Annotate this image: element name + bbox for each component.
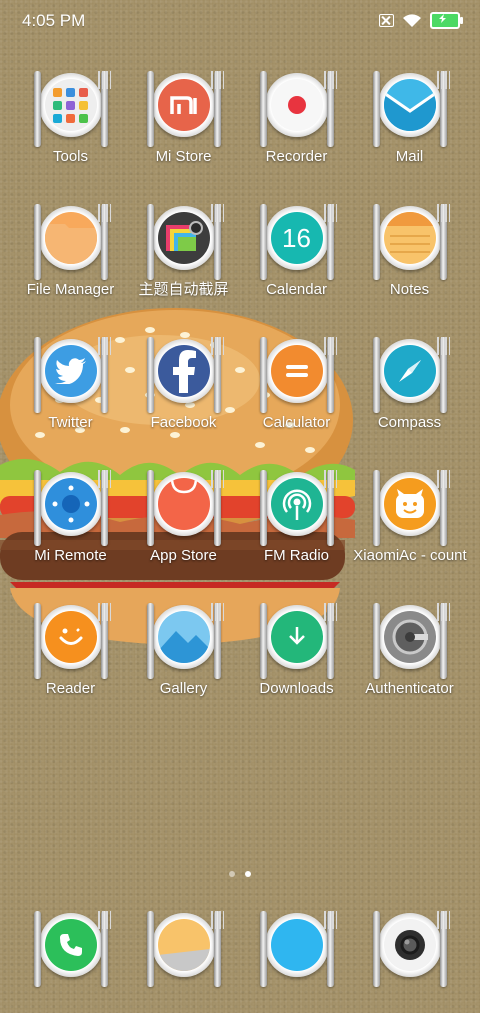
authenticator-icon — [372, 603, 450, 679]
wifi-icon — [403, 14, 421, 27]
app-gallery[interactable]: Gallery — [127, 597, 240, 727]
tools-folder-icon — [33, 71, 111, 147]
battery-charging-icon — [430, 12, 463, 29]
app-label: Twitter — [48, 414, 93, 431]
app-mail[interactable]: Mail — [353, 65, 466, 195]
phone-icon — [33, 911, 111, 987]
app-app-store[interactable]: App Store — [127, 464, 240, 594]
radio-icon — [259, 470, 337, 546]
app-label: Mail — [395, 148, 424, 165]
browser-icon — [259, 911, 337, 987]
app-facebook[interactable]: Facebook — [127, 331, 240, 461]
app-authenticator[interactable]: Authenticator — [353, 597, 466, 727]
camera-icon — [372, 911, 450, 987]
app-label: Mi Remote — [34, 547, 107, 564]
shopping-bag-icon — [146, 470, 224, 546]
app-xiaomi-account[interactable]: XiaomiAc - count — [353, 464, 467, 594]
recorder-icon — [259, 71, 337, 147]
app-downloads[interactable]: Downloads — [240, 597, 353, 727]
app-label: Reader — [45, 680, 96, 697]
calendar-icon: 16 — [259, 204, 337, 280]
status-bar: 4:05 PM — [0, 0, 480, 40]
app-mi-remote[interactable]: Mi Remote — [14, 464, 127, 594]
app-label: Calendar — [266, 281, 327, 298]
app-recorder[interactable]: Recorder — [240, 65, 353, 195]
app-compass[interactable]: Compass — [353, 331, 466, 461]
folder-icon — [33, 204, 111, 280]
remote-icon — [33, 470, 111, 546]
xiaomi-account-icon — [372, 470, 450, 546]
app-label: Compass — [377, 414, 442, 431]
app-file-manager[interactable]: File Manager — [14, 198, 127, 328]
app-mi-store[interactable]: Mi Store — [127, 65, 240, 195]
facebook-icon — [146, 337, 224, 413]
compass-icon — [372, 337, 450, 413]
app-calculator[interactable]: Calculator — [240, 331, 353, 461]
app-label: Gallery — [159, 680, 208, 697]
dock-phone[interactable] — [14, 905, 127, 1013]
calculator-icon — [259, 337, 337, 413]
app-label: Calculator — [262, 414, 331, 431]
app-label: Tools — [52, 148, 89, 165]
app-reader[interactable]: Reader — [14, 597, 127, 727]
download-icon — [259, 603, 337, 679]
dock-notes[interactable] — [127, 905, 240, 1013]
page-dot[interactable] — [229, 871, 235, 877]
no-sim-icon — [379, 14, 394, 27]
gallery-icon — [146, 603, 224, 679]
app-label: Authenticator — [365, 680, 454, 697]
app-label: XiaomiAc - count — [353, 547, 467, 564]
dock — [0, 905, 480, 1005]
status-icons — [379, 12, 463, 29]
app-twitter[interactable]: Twitter — [14, 331, 127, 461]
app-label: Downloads — [259, 680, 334, 697]
app-label: FM Radio — [263, 547, 330, 564]
calendar-day: 16 — [282, 222, 311, 253]
app-label: Notes — [389, 281, 430, 298]
page-dot-active[interactable] — [245, 871, 251, 877]
app-label: Facebook — [150, 414, 217, 431]
reader-icon — [33, 603, 111, 679]
app-tools[interactable]: Tools — [14, 65, 127, 195]
dock-browser[interactable] — [240, 905, 353, 1013]
app-label: 主题自动截屏 — [138, 281, 229, 298]
twitter-icon — [33, 337, 111, 413]
status-time: 4:05 PM — [22, 11, 86, 30]
mi-store-icon — [146, 71, 224, 147]
app-notes[interactable]: Notes — [353, 198, 466, 328]
app-theme-screenshot[interactable]: 主题自动截屏 — [127, 198, 240, 328]
page-indicator — [0, 871, 480, 881]
theme-screenshot-icon — [146, 204, 224, 280]
app-label: App Store — [150, 547, 217, 564]
app-label: Mi Store — [155, 148, 212, 165]
app-label: Recorder — [265, 148, 328, 165]
notes-icon — [372, 204, 450, 280]
app-calendar[interactable]: 16 Calendar — [240, 198, 353, 328]
dock-camera[interactable] — [353, 905, 466, 1013]
app-fm-radio[interactable]: FM Radio — [240, 464, 353, 594]
notes-icon — [146, 911, 224, 987]
app-grid: Tools Mi Store Recorder Mail File Manage… — [0, 60, 480, 740]
app-label: File Manager — [26, 281, 115, 298]
mail-icon — [372, 71, 450, 147]
